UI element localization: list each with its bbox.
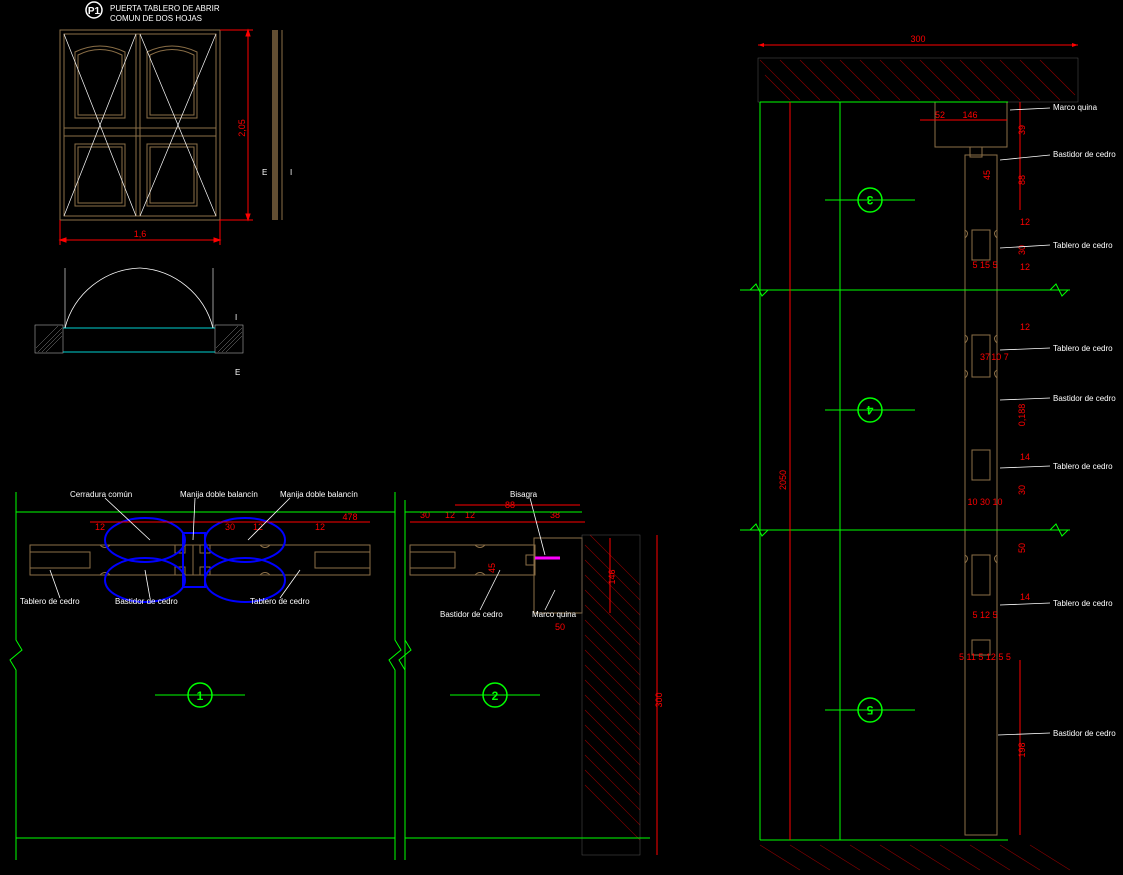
svg-text:5 11 5 12 5 5: 5 11 5 12 5 5 [959,652,1011,662]
svg-text:E: E [235,368,240,377]
svg-text:5 15 5: 5 15 5 [972,260,997,270]
svg-text:50: 50 [1017,543,1027,553]
svg-text:I: I [235,313,237,322]
title-line2: COMUN DE DOS HOJAS [110,14,202,23]
lbl-tablero3-sec: Tablero de cedro [1053,462,1113,471]
svg-text:2,05: 2,05 [237,119,247,137]
svg-text:12: 12 [1020,322,1030,332]
lbl-tablero-d1: Tablero de cedro [20,597,80,606]
lbl-bastidor2-sec: Bastidor de cedro [1053,394,1116,403]
door-elevation: P1 1,6 2,05 E I [60,2,292,245]
lbl-tablero4-sec: Tablero de cedro [1053,599,1113,608]
door-plan: I E [35,268,243,377]
lbl-marco-d2: Marco quina [532,610,576,619]
detail-2: 30 12 12 38 88 146 300 45 50 2 [399,498,664,860]
svg-text:45: 45 [487,563,497,573]
svg-text:14: 14 [1020,452,1030,462]
cad-drawing: P1 1,6 2,05 E I [0,0,1123,875]
lbl-bastidor-d2: Bastidor de cedro [440,610,503,619]
svg-text:30: 30 [1017,485,1027,495]
svg-text:2050: 2050 [778,470,788,490]
svg-text:478: 478 [342,512,357,522]
svg-text:37: 37 [980,352,990,362]
vertical-section: 300 2050 146 52 39 88 45 12 30 12 5 15 5… [740,34,1078,870]
lbl-bisagra: Bisagra [510,490,537,499]
svg-text:10 7: 10 7 [991,352,1009,362]
lbl-bastidor1-sec: Bastidor de cedro [1053,150,1116,159]
lbl-manija1: Manija doble balancín [180,490,258,499]
svg-text:P1: P1 [88,6,101,17]
svg-text:12: 12 [1020,262,1030,272]
lbl-tablero1-sec: Tablero de cedro [1053,241,1113,250]
svg-text:45: 45 [982,170,992,180]
svg-text:50: 50 [555,622,565,632]
svg-text:198: 198 [1017,742,1027,757]
svg-text:146: 146 [962,110,977,120]
lbl-bastidor-d1: Bastidor de cedro [115,597,178,606]
lbl-tablero2-d1: Tablero de cedro [250,597,310,606]
svg-text:5 12 5: 5 12 5 [972,610,997,620]
svg-text:2: 2 [492,689,499,703]
svg-text:300: 300 [910,34,925,44]
svg-text:39: 39 [1017,125,1027,135]
lbl-manija2: Manija doble balancín [280,490,358,499]
svg-text:12: 12 [95,522,105,532]
detail-1: 12 30 12 12 478 1 [10,492,401,860]
lbl-marco-sec: Marco quina [1053,103,1097,112]
svg-text:52: 52 [935,110,945,120]
lbl-cerradura: Cerradura común [70,490,132,499]
svg-text:12: 12 [315,522,325,532]
svg-text:30: 30 [225,522,235,532]
svg-text:1: 1 [197,689,204,703]
svg-text:0,188: 0,188 [1017,404,1027,427]
svg-text:14: 14 [1020,592,1030,602]
lbl-bastidor3-sec: Bastidor de cedro [1053,729,1116,738]
svg-text:300: 300 [654,692,664,707]
svg-text:88: 88 [1017,175,1027,185]
svg-text:E: E [262,168,267,177]
svg-text:12: 12 [1020,217,1030,227]
svg-text:146: 146 [607,569,617,584]
svg-text:I: I [290,168,292,177]
title-line1: PUERTA TABLERO DE ABRIR [110,4,220,13]
lbl-tablero2-sec: Tablero de cedro [1053,344,1113,353]
svg-text:1,6: 1,6 [134,229,147,239]
svg-text:10 30 10: 10 30 10 [967,497,1002,507]
